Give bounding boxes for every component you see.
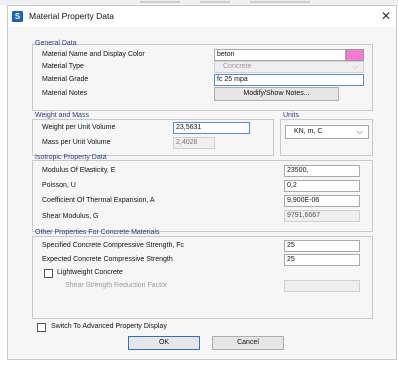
thermal-expansion-label: Coefficient Of Thermal Expansion, A <box>42 197 155 204</box>
expected-fc-label: Expected Concrete Compressive Strength <box>42 256 173 263</box>
cancel-button[interactable]: Cancel <box>212 336 284 350</box>
close-icon[interactable]: ✕ <box>381 9 391 23</box>
chevron-down-icon: ⌵ <box>356 127 363 136</box>
lightweight-label: Lightweight Concrete <box>57 269 123 276</box>
app-icon: S <box>12 11 23 22</box>
expected-fc-input[interactable]: 25 <box>284 254 360 266</box>
units-value: KN, m, C <box>294 128 323 135</box>
poisson-label: Poisson, U <box>42 182 76 189</box>
poisson-input[interactable]: 0,2 <box>284 180 360 192</box>
thermal-expansion-input[interactable]: 9,900E-06 <box>284 195 360 207</box>
material-property-dialog: S Material Property Data ✕ General Data … <box>7 5 397 360</box>
material-grade-label: Material Grade <box>42 76 89 83</box>
isotropic-legend: Isotropic Property Data <box>35 154 107 161</box>
modulus-elasticity-input[interactable]: 23500, <box>284 165 360 177</box>
title-bar: S Material Property Data ✕ <box>8 6 396 27</box>
lightweight-checkbox[interactable] <box>44 269 53 278</box>
mass-per-volume-label: Mass per Unit Volume <box>42 139 111 146</box>
material-type-label: Material Type <box>42 63 84 70</box>
material-notes-label: Material Notes <box>42 90 88 97</box>
mass-per-volume-value: 2,4028 <box>173 137 215 149</box>
units-legend: Units <box>283 112 299 119</box>
weight-per-volume-input[interactable]: 23,5631 <box>173 122 250 134</box>
display-color-swatch[interactable] <box>346 49 364 61</box>
general-data-legend: General Data <box>35 40 77 47</box>
units-select[interactable]: KN, m, C ⌵ <box>285 125 369 139</box>
material-type-value: Concrete <box>223 63 252 70</box>
chevron-down-icon: ⌵ <box>351 62 358 71</box>
shear-modulus-label: Shear Modulus, G <box>42 213 99 220</box>
modify-show-notes-button[interactable]: Modify/Show Notes... <box>214 87 339 101</box>
material-name-label: Material Name and Display Color <box>42 51 145 58</box>
ok-button[interactable]: OK <box>128 336 200 350</box>
material-name-input[interactable]: beton <box>214 49 346 61</box>
shear-reduction-label: Shear Strength Reduction Factor <box>65 282 168 289</box>
fc-input[interactable]: 25 <box>284 240 360 252</box>
material-type-select: Concrete ⌵ <box>214 61 364 73</box>
window-title: Material Property Data <box>29 11 115 21</box>
advanced-display-label: Switch To Advanced Property Display <box>51 323 167 330</box>
shear-reduction-input <box>284 280 360 292</box>
concrete-legend: Other Properties For Concrete Materials <box>35 229 160 236</box>
modulus-elasticity-label: Modulus Of Elasticity, E <box>42 167 116 174</box>
weight-per-volume-label: Weight per Unit Volume <box>42 124 116 131</box>
weight-mass-legend: Weight and Mass <box>35 112 89 119</box>
shear-modulus-value: 9791,6667 <box>284 210 360 222</box>
advanced-display-checkbox[interactable] <box>37 323 46 332</box>
fc-label: Specified Concrete Compressive Strength,… <box>42 242 185 249</box>
material-grade-input[interactable]: fc 25 mpa <box>214 74 364 86</box>
